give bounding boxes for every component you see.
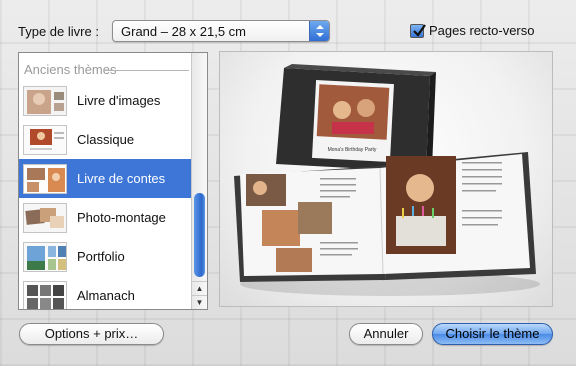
- theme-list[interactable]: Anciens thèmes Livre d'images Classique …: [18, 52, 208, 310]
- section-divider: [105, 70, 189, 71]
- thumbnail-livre-images: [23, 86, 67, 116]
- theme-item-photo-montage[interactable]: Photo-montage: [19, 198, 192, 237]
- book-size-popup[interactable]: Grand – 28 x 21,5 cm: [112, 20, 330, 42]
- theme-label: Portfolio: [77, 249, 125, 264]
- choose-theme-button[interactable]: Choisir le thème: [432, 323, 553, 345]
- list-scrollbar[interactable]: ▲ ▼: [191, 53, 207, 309]
- theme-label: Photo-montage: [77, 210, 166, 225]
- theme-chooser-sheet: Type de livre : Grand – 28 x 21,5 cm Pag…: [0, 0, 576, 366]
- book-type-label: Type de livre :: [18, 24, 99, 39]
- scroll-down-arrow-icon[interactable]: ▼: [192, 295, 207, 309]
- theme-label: Almanach: [77, 288, 135, 303]
- scrollbar-thumb[interactable]: [194, 193, 205, 277]
- recto-verso-checkbox[interactable]: [410, 23, 426, 38]
- popup-arrows-icon: [309, 21, 329, 41]
- book-preview-illustration: Mona's Birthday Party: [234, 64, 540, 296]
- recto-verso-label: Pages recto-verso: [429, 23, 535, 38]
- theme-preview: Mona's Birthday Party: [219, 51, 553, 307]
- thumbnail-livre-contes: [23, 164, 67, 194]
- thumbnail-portfolio: [23, 242, 67, 272]
- list-section-header: Anciens thèmes: [24, 62, 117, 77]
- thumbnail-almanach: [23, 281, 67, 309]
- theme-item-portfolio[interactable]: Portfolio: [19, 237, 192, 276]
- book-size-value: Grand – 28 x 21,5 cm: [121, 24, 247, 39]
- thumbnail-classique: [23, 125, 67, 155]
- theme-label: Livre d'images: [77, 93, 161, 108]
- recto-verso-option[interactable]: Pages recto-verso: [410, 23, 535, 38]
- theme-item-classique[interactable]: Classique: [19, 120, 192, 159]
- theme-label: Livre de contes: [77, 171, 166, 186]
- thumbnail-photo-montage: [23, 203, 67, 233]
- theme-label: Classique: [77, 132, 135, 147]
- theme-item-livre-contes[interactable]: Livre de contes: [19, 159, 192, 198]
- theme-item-livre-images[interactable]: Livre d'images: [19, 81, 192, 120]
- scroll-up-arrow-icon[interactable]: ▲: [192, 281, 207, 295]
- options-pricing-button[interactable]: Options + prix…: [19, 323, 164, 345]
- cancel-button[interactable]: Annuler: [349, 323, 423, 345]
- theme-item-almanach[interactable]: Almanach: [19, 276, 192, 309]
- cover-caption: Mona's Birthday Party: [328, 147, 377, 153]
